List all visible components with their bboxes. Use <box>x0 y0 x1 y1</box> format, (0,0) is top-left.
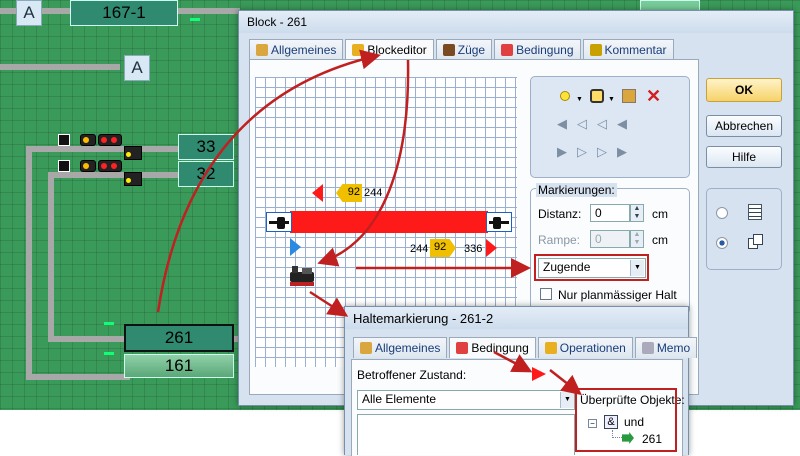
arrow-block-to-tab <box>156 49 381 313</box>
arrow-flag-to-objects <box>549 369 582 396</box>
arrow-bedingung-to-flag <box>493 350 533 373</box>
annotation-arrows <box>156 49 582 396</box>
arrow-loco-to-halt <box>309 290 349 317</box>
arrow-tab-to-editor <box>317 59 410 267</box>
